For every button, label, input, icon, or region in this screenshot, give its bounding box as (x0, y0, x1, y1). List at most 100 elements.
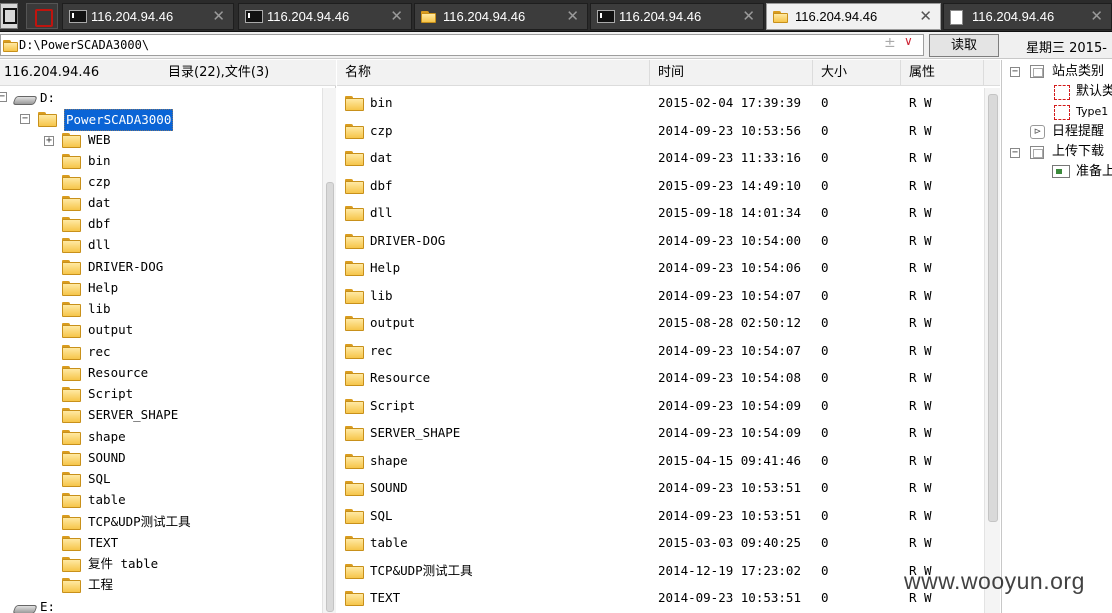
watermark: www.wooyun.org (904, 568, 1085, 594)
file-attr: R W (909, 287, 932, 303)
file-list-row[interactable]: czp 2014-09-23 10:53:56 0 R W (337, 118, 977, 144)
folder-icon (345, 453, 364, 469)
close-tab-icon[interactable]: ✕ (919, 4, 932, 29)
tab-session-2[interactable]: 116.204.94.46 ✕ (238, 3, 412, 30)
file-size: 0 (821, 150, 829, 165)
folder-icon (345, 151, 364, 166)
file-list-row[interactable]: rec 2014-09-23 10:54:07 0 R W (337, 338, 977, 364)
scrollbar-thumb[interactable] (988, 94, 998, 522)
collapse-toggle-icon[interactable]: − (0, 92, 7, 102)
column-header-name[interactable]: 名称 (337, 60, 650, 86)
file-list-row[interactable]: output 2015-08-28 02:50:12 0 R W (337, 310, 977, 336)
path-bar: D:\PowerSCADA3000\ ± ∨ 读取 星期三 2015- (0, 32, 1112, 59)
folder-icon (62, 387, 81, 402)
file-attr: R W (909, 480, 932, 495)
reminder-icon: ⊳ (1030, 125, 1045, 139)
file-list-row[interactable]: Script 2014-09-23 10:54:09 0 R W (337, 393, 977, 419)
file-list-row[interactable]: Resource 2014-09-23 10:54:08 0 R W (337, 365, 977, 391)
close-tab-icon[interactable]: ✕ (390, 4, 403, 29)
upload-download-item[interactable]: 上传下载 (1052, 142, 1104, 162)
close-tab-icon[interactable]: ✕ (742, 4, 755, 29)
tree-scrollbar[interactable] (322, 88, 336, 613)
tab-session-4[interactable]: 116.204.94.46 ✕ (590, 3, 764, 30)
file-size: 0 (821, 562, 829, 578)
file-time: 2015-02-04 17:39:39 (658, 95, 801, 110)
tree-header: 116.204.94.46 目录(22),文件(3) (0, 60, 336, 86)
ready-transfer-item[interactable]: 准备上 (1076, 162, 1112, 182)
file-size: 0 (821, 315, 829, 330)
column-header-attr[interactable]: 属性 (901, 60, 984, 86)
chevron-down-icon[interactable]: ∨ (904, 34, 913, 48)
file-time: 2014-09-23 10:54:00 (658, 232, 801, 248)
file-attr: R W (909, 232, 932, 248)
transfer-task-icon (1052, 165, 1070, 178)
path-input[interactable]: D:\PowerSCADA3000\ (0, 34, 924, 56)
file-list-row[interactable]: TCP&UDP测试工具 2014-12-19 17:23:02 0 R W (337, 558, 977, 584)
file-list-row[interactable]: SQL 2014-09-23 10:53:51 0 R W (337, 503, 977, 529)
file-name: shape (370, 452, 408, 468)
document-icon (950, 10, 963, 25)
file-time: 2014-09-23 10:53:51 (658, 507, 801, 523)
file-name: bin (370, 95, 393, 110)
file-list-row[interactable]: Help 2014-09-23 10:54:06 0 R W (337, 255, 977, 281)
app-menu-icon[interactable] (0, 3, 18, 29)
site-category-label[interactable]: 站点类别 (1052, 62, 1104, 82)
file-name: lib (370, 287, 393, 303)
file-list-row[interactable]: table 2015-03-03 09:40:25 0 R W (337, 530, 977, 556)
scrollbar-thumb[interactable] (326, 182, 334, 612)
file-time: 2015-08-28 02:50:12 (658, 315, 801, 330)
file-size: 0 (821, 342, 829, 358)
file-list-row[interactable]: shape 2015-04-15 09:41:46 0 R W (337, 448, 977, 474)
tab-label: 116.204.94.46 (267, 9, 350, 24)
folder-icon (345, 206, 364, 221)
schedule-reminder-item[interactable]: 日程提醒 (1052, 122, 1104, 142)
folder-icon (345, 288, 364, 304)
column-header-time[interactable]: 时间 (650, 60, 813, 86)
list-scrollbar[interactable] (984, 88, 1000, 613)
folder-icon (62, 133, 81, 148)
file-list-row[interactable]: dbf 2015-09-23 14:49:10 0 R W (337, 173, 977, 199)
file-list-row[interactable]: SERVER_SHAPE 2014-09-23 10:54:09 0 R W (337, 420, 977, 446)
file-list-row[interactable]: TEXT 2014-09-23 10:53:51 0 R W (337, 585, 977, 611)
folder-icon (62, 175, 81, 190)
tab-session-1[interactable]: 116.204.94.46 ✕ (62, 3, 234, 30)
app-logo-icon[interactable] (26, 3, 58, 29)
close-tab-icon[interactable]: ✕ (1090, 4, 1103, 29)
read-button[interactable]: 读取 (929, 34, 999, 57)
file-list-row[interactable]: bin 2015-02-04 17:39:39 0 R W (337, 90, 977, 116)
file-list-row[interactable]: SOUND 2014-09-23 10:53:51 0 R W (337, 475, 977, 501)
terminal-icon (597, 10, 615, 23)
file-list-row[interactable]: DRIVER-DOG 2014-09-23 10:54:00 0 R W (337, 228, 977, 254)
file-time: 2014-09-23 10:54:09 (658, 397, 801, 413)
collapse-toggle-icon[interactable]: − (1010, 67, 1020, 77)
column-header-size[interactable]: 大小 (813, 60, 901, 86)
tab-session-5-active[interactable]: 116.204.94.46 ✕ (766, 3, 941, 30)
file-size: 0 (821, 480, 829, 495)
drive-icon (14, 603, 36, 613)
close-tab-icon[interactable]: ✕ (566, 4, 579, 29)
file-attr: R W (909, 342, 932, 358)
file-list-pane: 名称 时间 大小 属性 bin 2015-02-04 17:39:39 0 R W cz… (337, 60, 1000, 613)
default-category-item[interactable]: 默认类 (1076, 82, 1112, 102)
collapse-toggle-icon[interactable]: − (1010, 148, 1020, 158)
folder-icon (62, 238, 81, 253)
file-time: 2015-04-15 09:41:46 (658, 452, 801, 468)
plus-minus-icon[interactable]: ± (884, 35, 896, 51)
file-list-row[interactable]: lib 2014-09-23 10:54:07 0 R W (337, 283, 977, 309)
tab-label: 116.204.94.46 (795, 9, 878, 24)
tab-session-3[interactable]: 116.204.94.46 ✕ (414, 3, 588, 30)
type-category-item[interactable]: Type1 (1076, 102, 1108, 122)
expand-toggle-icon[interactable]: + (44, 136, 54, 146)
folder-icon (62, 408, 81, 423)
file-name: rec (370, 342, 393, 358)
file-name: SQL (370, 507, 393, 523)
file-list-row[interactable]: dat 2014-09-23 11:33:16 0 R W (337, 145, 977, 171)
folder-icon (62, 281, 81, 296)
tab-label: 116.204.94.46 (972, 9, 1055, 24)
file-size: 0 (821, 122, 829, 138)
close-tab-icon[interactable]: ✕ (212, 4, 225, 29)
site-group-icon (1054, 105, 1070, 120)
file-list-row[interactable]: dll 2015-09-18 14:01:34 0 R W (337, 200, 977, 226)
collapse-toggle-icon[interactable]: − (20, 114, 30, 124)
tab-session-6[interactable]: 116.204.94.46 ✕ (943, 3, 1112, 30)
